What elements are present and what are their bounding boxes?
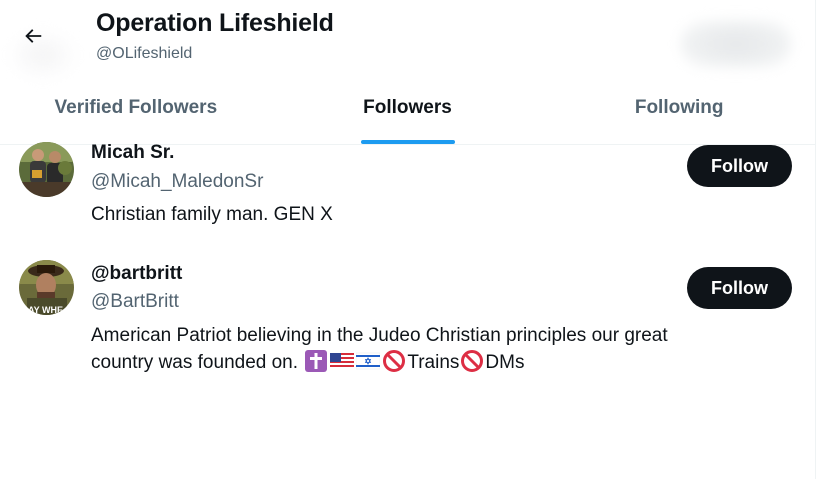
profile-header: Operation Lifeshield @OLifeshield xyxy=(0,0,815,88)
us-flag-emoji-icon xyxy=(330,353,355,369)
tab-bar: Verified Followers Followers Following xyxy=(0,88,815,145)
avatar-image xyxy=(19,142,74,197)
user-name[interactable]: Micah Sr. xyxy=(91,142,174,164)
avatar[interactable]: SAY WHE xyxy=(19,260,74,315)
user-bio: American Patriot believing in the Judeo … xyxy=(91,322,751,376)
page-handle: @OLifeshield xyxy=(96,45,193,62)
avatar[interactable] xyxy=(19,142,74,197)
user-name[interactable]: @bartbritt xyxy=(91,263,182,285)
latin-cross-emoji-icon xyxy=(305,350,328,372)
tab-label: Followers xyxy=(363,97,452,118)
user-handle[interactable]: @BartBritt xyxy=(91,291,179,313)
user-cell[interactable]: Micah Sr. @Micah_MaledonSr Christian fam… xyxy=(0,141,815,241)
page-title: Operation Lifeshield xyxy=(96,9,334,37)
user-bio: Christian family man. GEN X xyxy=(91,204,333,225)
avatar-caption: SAY WHE xyxy=(22,305,63,315)
prohibited-emoji-icon xyxy=(383,350,406,372)
followers-page: Operation Lifeshield @OLifeshield Verifi… xyxy=(0,0,815,479)
tab-followers[interactable]: Followers xyxy=(272,88,544,144)
follow-button[interactable]: Follow xyxy=(687,145,792,187)
bio-text: Trains xyxy=(407,352,460,373)
user-bio-line-1: American Patriot believing in the Judeo … xyxy=(91,325,668,346)
bio-text: country was founded on. xyxy=(91,352,299,373)
avatar-image: SAY WHE xyxy=(19,260,74,315)
column-border xyxy=(815,0,816,479)
back-button[interactable] xyxy=(13,16,53,56)
tab-verified-followers[interactable]: Verified Followers xyxy=(0,88,272,144)
user-bio-line-2: country was founded on. Trains DMs xyxy=(91,349,751,376)
tab-label: Following xyxy=(634,97,724,118)
bio-text: DMs xyxy=(485,352,525,373)
arrow-left-icon xyxy=(25,29,42,43)
user-handle[interactable]: @Micah_MaledonSr xyxy=(91,171,263,193)
israel-flag-emoji-icon xyxy=(356,352,381,370)
prohibited-emoji-icon xyxy=(461,350,484,372)
tab-label: Verified Followers xyxy=(54,97,218,118)
tab-following[interactable]: Following xyxy=(543,88,815,144)
follow-button[interactable]: Follow xyxy=(687,267,792,309)
blurred-button xyxy=(680,20,792,68)
user-cell[interactable]: SAY WHE @bartbritt @BartBritt American P… xyxy=(0,259,815,389)
